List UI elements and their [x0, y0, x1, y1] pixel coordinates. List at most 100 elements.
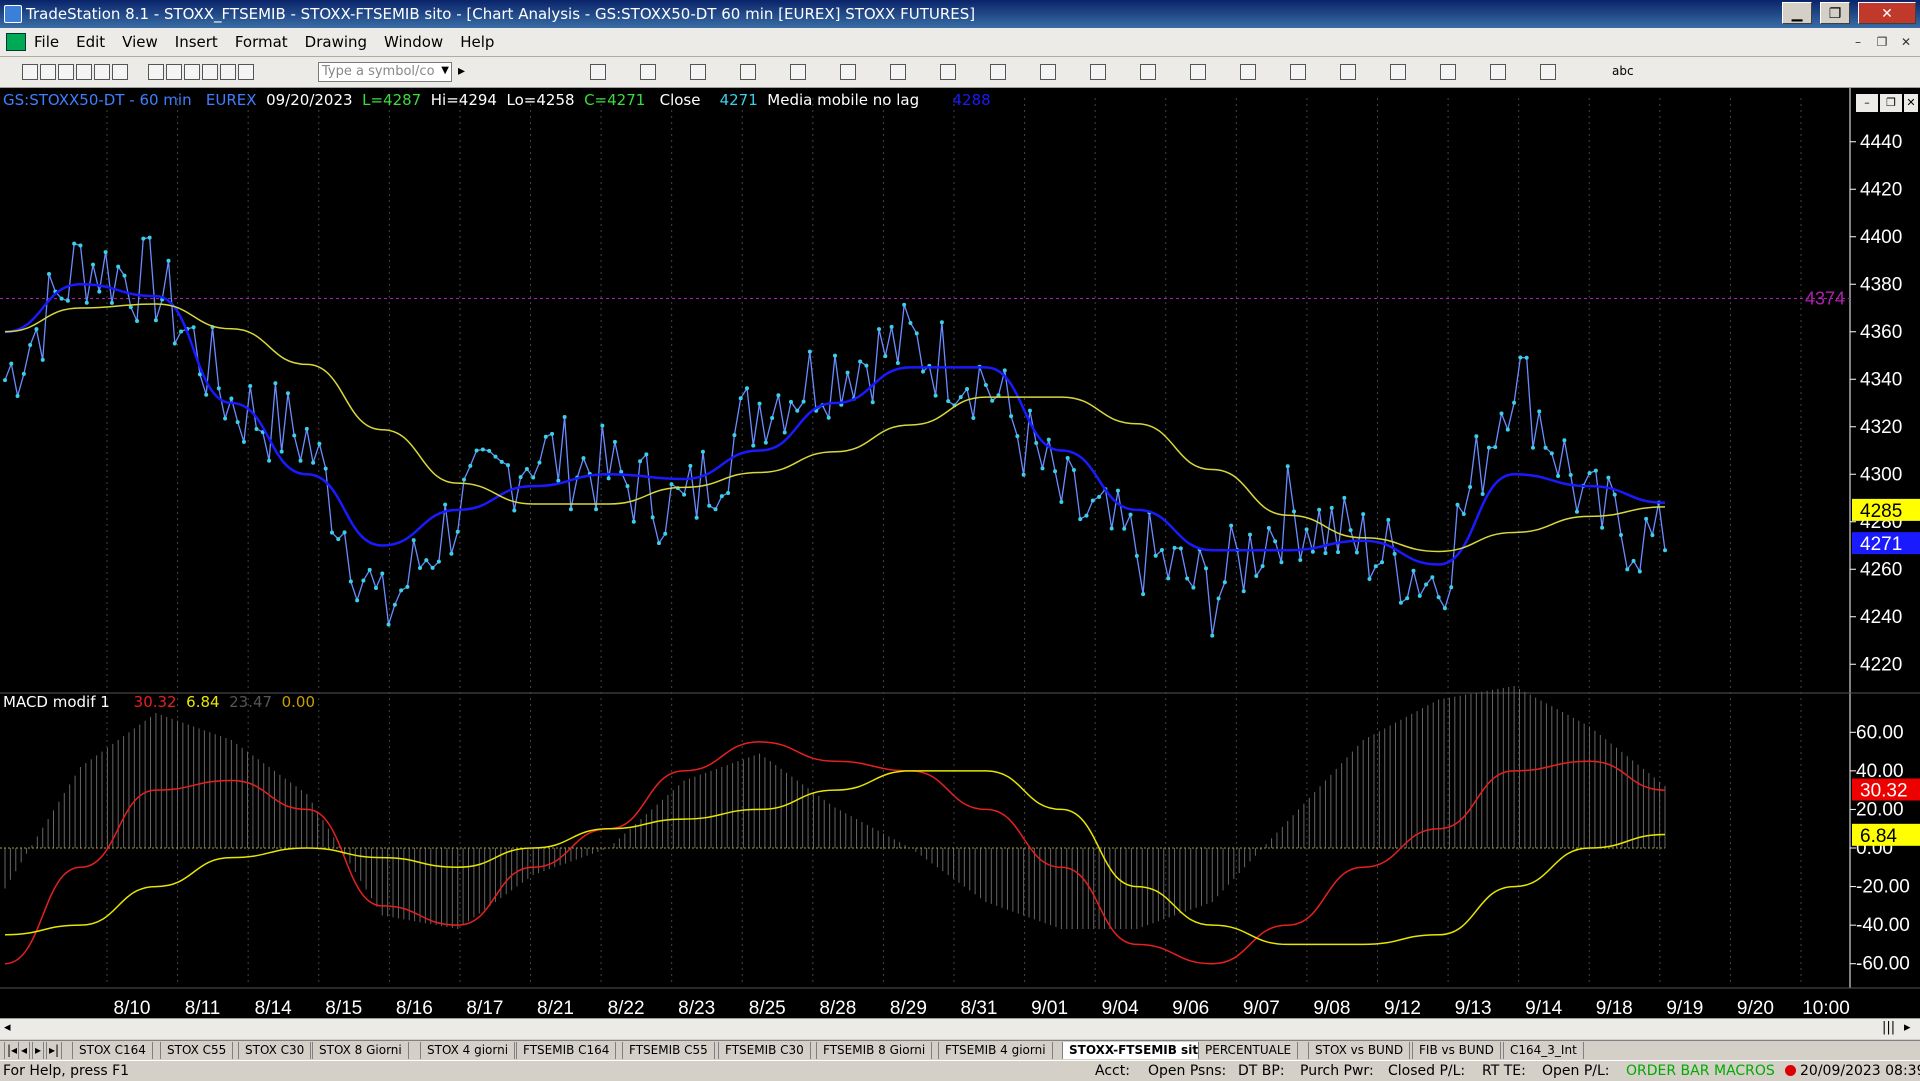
scroll-thumb-icon[interactable]: |||: [1882, 1020, 1895, 1035]
trendline-icon[interactable]: [1240, 64, 1256, 80]
status-indicator-icon: [1785, 1065, 1796, 1076]
line-icon[interactable]: [690, 64, 706, 80]
fib-icon[interactable]: [1340, 64, 1356, 80]
close-price-dot: [65, 298, 70, 303]
close-price-dot: [1386, 517, 1391, 522]
close-price-dot: [757, 401, 762, 406]
grid-icon[interactable]: [184, 64, 200, 80]
tab-ftsemib-c164[interactable]: FTSEMIB C164: [516, 1042, 617, 1059]
menu-file[interactable]: File: [34, 33, 59, 51]
arrow-down-icon[interactable]: [1440, 64, 1456, 80]
close-price-dot: [965, 386, 970, 391]
tab-stox-8-giorni[interactable]: STOX 8 Giorni: [312, 1042, 409, 1059]
chart-svg[interactable]: 8/10 8/11 8/14 8/15 8/16 8/17 8/21 8/22 8/23 8/25…: [0, 88, 1920, 1020]
cursor-icon[interactable]: [840, 64, 856, 80]
lock-icon[interactable]: [202, 64, 218, 80]
tab-stox-c164[interactable]: STOX C164: [72, 1042, 153, 1059]
circle-icon[interactable]: [1490, 64, 1506, 80]
close-price-dot: [267, 458, 272, 463]
menu-help[interactable]: Help: [460, 33, 494, 51]
close-price-dot: [1468, 484, 1473, 489]
scroll-left-icon[interactable]: ◂: [4, 1020, 11, 1035]
hand-icon[interactable]: [890, 64, 906, 80]
status-order-bar[interactable]: ORDER BAR: [1626, 1063, 1709, 1079]
crosshair-icon[interactable]: [790, 64, 806, 80]
tab-stox-4-giorni[interactable]: STOX 4 giorni: [420, 1042, 516, 1059]
rect-icon[interactable]: [1540, 64, 1556, 80]
channel-icon[interactable]: [1290, 64, 1306, 80]
palette-icon[interactable]: [238, 64, 254, 80]
scroll-right-icon[interactable]: ▸: [1904, 1020, 1911, 1035]
menu-format[interactable]: Format: [235, 33, 288, 51]
close-price-dot: [1040, 466, 1045, 471]
close-price-dot: [424, 558, 429, 563]
pane-close-button[interactable]: ✕: [1904, 94, 1918, 112]
paste-icon[interactable]: [94, 64, 110, 80]
pan-icon[interactable]: [740, 64, 756, 80]
text-tool-button[interactable]: abc: [1612, 64, 1634, 78]
tools-icon[interactable]: [220, 64, 236, 80]
close-price-dot: [1097, 494, 1102, 499]
arrow-up-icon[interactable]: [1390, 64, 1406, 80]
close-price-dot: [1304, 527, 1309, 532]
tab-ftsemib-c55[interactable]: FTSEMIB C55: [622, 1042, 715, 1059]
pane-restore-button[interactable]: ❐: [1880, 94, 1902, 112]
menu-view[interactable]: View: [122, 33, 158, 51]
mdi-minimize-button[interactable]: –: [1848, 33, 1868, 51]
menu-drawing[interactable]: Drawing: [305, 33, 367, 51]
tab-ftsemib-4-giorni[interactable]: FTSEMIB 4 giorni: [938, 1042, 1053, 1059]
symbol-input[interactable]: Type a symbol/co ▼: [318, 62, 452, 82]
menu-insert[interactable]: Insert: [175, 33, 218, 51]
close-price-dot: [631, 519, 636, 524]
close-price-dot: [1153, 553, 1158, 558]
tab-nav-3[interactable]: ▸|: [46, 1042, 63, 1059]
chart-scrollbar[interactable]: ◂ ||| ▸: [0, 1018, 1920, 1039]
minimize-button[interactable]: ▁: [1782, 2, 1812, 24]
menu-edit[interactable]: Edit: [76, 33, 105, 51]
settings-icon[interactable]: [1190, 64, 1206, 80]
open-icon[interactable]: [40, 64, 56, 80]
tab-c164-3-int[interactable]: C164_3_Int: [1503, 1042, 1584, 1059]
new-icon[interactable]: [22, 64, 38, 80]
zoom-icon[interactable]: [590, 64, 606, 80]
tab-ftsemib-c30[interactable]: FTSEMIB C30: [718, 1042, 811, 1059]
tab-stox-c55[interactable]: STOX C55: [160, 1042, 234, 1059]
symbol-dropdown-icon[interactable]: ▼: [441, 65, 449, 76]
close-price-dot: [116, 264, 121, 269]
tab-ftsemib-8-giorni[interactable]: FTSEMIB 8 Giorni: [816, 1042, 933, 1059]
close-price-dot: [1587, 471, 1592, 476]
tab-stox-c30[interactable]: STOX C30: [238, 1042, 312, 1059]
mdi-close-button[interactable]: ✕: [1896, 33, 1916, 51]
save-icon[interactable]: [58, 64, 74, 80]
chart-window-icon[interactable]: [6, 33, 26, 51]
hammer-icon[interactable]: [1140, 64, 1156, 80]
maximize-button[interactable]: ❐: [1820, 2, 1850, 24]
close-price-dot: [1417, 593, 1422, 598]
close-price-dot: [1549, 451, 1554, 456]
close-price-dot: [688, 463, 693, 468]
print-preview-icon[interactable]: [148, 64, 164, 80]
tab-percentuale[interactable]: PERCENTUALE: [1198, 1042, 1299, 1059]
menu-window[interactable]: Window: [384, 33, 443, 51]
print-icon[interactable]: [112, 64, 128, 80]
pane-minimize-button[interactable]: –: [1856, 94, 1878, 112]
magnify-in-icon[interactable]: [940, 64, 956, 80]
tab-fib-vs-bund[interactable]: FIB vs BUND: [1412, 1042, 1501, 1059]
pointer-icon[interactable]: [1040, 64, 1056, 80]
draw-icon[interactable]: [1090, 64, 1106, 80]
chart-icon[interactable]: [166, 64, 182, 80]
tab-nav-2[interactable]: ▸: [32, 1042, 45, 1059]
go-arrow-icon[interactable]: ▸: [458, 63, 465, 79]
bar-icon[interactable]: [640, 64, 656, 80]
magnify-out-icon[interactable]: [990, 64, 1006, 80]
close-button[interactable]: ✕: [1858, 2, 1916, 24]
tab-stox-vs-bund[interactable]: STOX vs BUND: [1308, 1042, 1411, 1059]
window-title: TradeStation 8.1 - STOXX_FTSEMIB - STOXX…: [26, 5, 976, 23]
mdi-restore-button[interactable]: ❐: [1872, 33, 1892, 51]
status-macros[interactable]: MACROS: [1714, 1063, 1775, 1079]
close-price-dot: [392, 602, 397, 607]
copy-icon[interactable]: [76, 64, 92, 80]
tab-nav-1[interactable]: ◂: [18, 1042, 31, 1059]
chart-area[interactable]: 8/10 8/11 8/14 8/15 8/16 8/17 8/21 8/22 8/23 8/25…: [0, 88, 1920, 1020]
tab-stoxx-ftsemib-sito[interactable]: STOXX-FTSEMIB sito: [1062, 1042, 1214, 1059]
